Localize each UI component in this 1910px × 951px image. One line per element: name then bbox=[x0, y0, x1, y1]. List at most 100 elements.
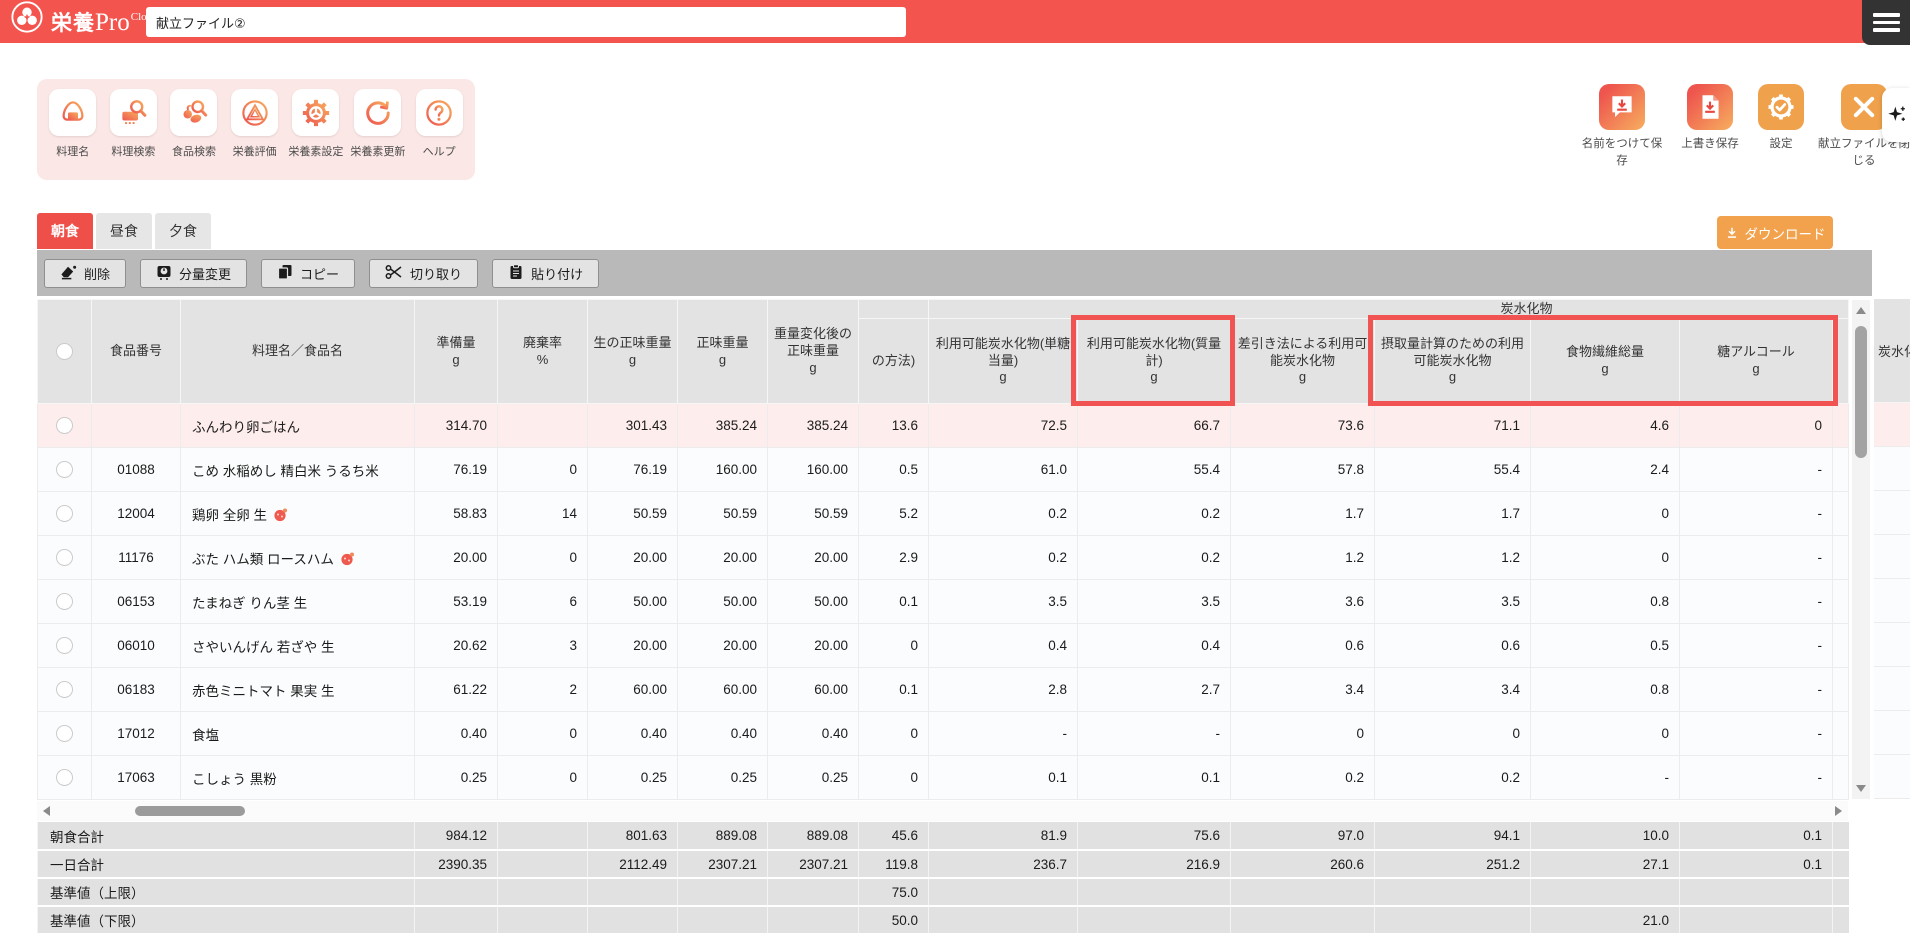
file-action-label: 上書き保存 bbox=[1681, 138, 1739, 150]
summary-value-cell bbox=[1230, 906, 1375, 935]
quick-tool-3[interactable]: 食品検索 bbox=[167, 89, 221, 170]
summary-value-cell bbox=[1679, 906, 1833, 935]
value-cell: 20.00 bbox=[587, 623, 678, 668]
summary-value-cell: 236.7 bbox=[928, 850, 1078, 879]
select-all-radio[interactable] bbox=[56, 343, 73, 360]
top-bar: 栄養ProCloud bbox=[0, 0, 1910, 43]
value-cell: 76.19 bbox=[414, 447, 498, 492]
summary-row: 基準値（上限） 75.0 bbox=[36, 878, 1849, 907]
value-cell: 301.43 bbox=[587, 403, 678, 448]
value-cell: 3.6 bbox=[1230, 579, 1375, 624]
file-action-3[interactable]: 設定 bbox=[1756, 84, 1806, 153]
quick-tool-7[interactable]: ヘルプ bbox=[412, 89, 466, 170]
scroll-up-arrow[interactable] bbox=[1856, 307, 1866, 314]
quick-tool-4[interactable]: 栄養評価 bbox=[228, 89, 282, 170]
value-cell: 0 bbox=[497, 535, 588, 580]
menu-file-name-input[interactable] bbox=[146, 7, 906, 37]
tab-昼食[interactable]: 昼食 bbox=[96, 213, 152, 249]
horizontal-scrollbar[interactable] bbox=[37, 801, 1848, 821]
action-label: 削除 bbox=[84, 266, 111, 282]
quick-toolbar: 料理名 料理検索 食品検索 栄養評価 栄養素設定 栄養素更新 ヘルプ bbox=[37, 79, 475, 180]
carb-group-label: 炭水化物 bbox=[1500, 300, 1553, 316]
row-select-radio[interactable] bbox=[56, 593, 73, 610]
value-cell: 55.4 bbox=[1077, 447, 1231, 492]
summary-value-cell bbox=[767, 906, 859, 935]
value-cell: 50.59 bbox=[587, 491, 678, 536]
table-row: 01088 こめ 水稲めし 精白米 うるち米 76.19 0 76.19 160.00 1… bbox=[37, 447, 1850, 492]
tab-朝食[interactable]: 朝食 bbox=[37, 213, 93, 249]
value-cell: 0.1 bbox=[858, 667, 929, 712]
row-select-radio[interactable] bbox=[56, 725, 73, 742]
tab-夕食[interactable]: 夕食 bbox=[155, 213, 211, 249]
value-cell: 2.7 bbox=[1077, 667, 1231, 712]
value-cell: 20.00 bbox=[767, 623, 859, 668]
value-cell: 20.00 bbox=[767, 535, 859, 580]
table-row: 17063 こしょう 黒粉 0.25 0 0.25 0.25 0.25 0 0.1 0.1 0.2… bbox=[37, 755, 1850, 800]
action-label: 切り取り bbox=[410, 266, 463, 282]
summary-value-cell: 75.0 bbox=[858, 878, 929, 907]
row-select-radio[interactable] bbox=[56, 505, 73, 522]
scroll-down-arrow[interactable] bbox=[1856, 785, 1866, 792]
group-header-carbohydrate: 炭水化物 bbox=[927, 299, 1850, 319]
sliver-cell bbox=[1831, 579, 1850, 624]
value-cell: 1.7 bbox=[1230, 491, 1375, 536]
quick-tool-5[interactable]: 栄養素設定 bbox=[288, 89, 343, 170]
summary-value-cell bbox=[497, 906, 588, 935]
row-select-radio[interactable] bbox=[56, 417, 73, 434]
row-select-radio[interactable] bbox=[56, 681, 73, 698]
table-row: 11176 ぶた ハム類 ロースハム 20.00 0 20.00 20.00 20.00… bbox=[37, 535, 1850, 580]
value-cell: 60.00 bbox=[677, 667, 768, 712]
action-scale[interactable]: 分量変更 bbox=[140, 258, 248, 288]
vertical-scrollbar[interactable] bbox=[1852, 300, 1870, 799]
quick-tool-1[interactable]: 料理名 bbox=[46, 89, 100, 170]
food-code-cell: 12004 bbox=[91, 491, 181, 536]
summary-section: 朝食合計 984.12 801.63 889.08 889.08 45.6 81.9 75.6… bbox=[36, 822, 1849, 935]
value-cell: 3.5 bbox=[1374, 579, 1531, 624]
quick-tool-2[interactable]: 料理検索 bbox=[107, 89, 161, 170]
value-cell: 0.25 bbox=[414, 755, 498, 800]
value-cell: 3.4 bbox=[1374, 667, 1531, 712]
summary-value-cell: 21.0 bbox=[1530, 906, 1680, 935]
row-select-radio[interactable] bbox=[56, 549, 73, 566]
value-cell: 50.00 bbox=[587, 579, 678, 624]
edit-action-bar: 削除 分量変更 コピー 切り取り 貼り付け bbox=[37, 250, 1872, 296]
value-cell: 0.8 bbox=[1530, 579, 1680, 624]
summary-value-cell bbox=[1077, 878, 1231, 907]
action-paste[interactable]: 貼り付け bbox=[492, 258, 600, 288]
copy-icon bbox=[277, 264, 293, 283]
action-scissors[interactable]: 切り取り bbox=[369, 258, 479, 288]
action-eraser[interactable]: 削除 bbox=[44, 258, 127, 288]
quick-tool-6[interactable]: 栄養素更新 bbox=[350, 89, 405, 170]
download-icon bbox=[1727, 227, 1736, 238]
file-action-1[interactable]: 名前をつけて保存 bbox=[1580, 84, 1664, 169]
clipped-row bbox=[1874, 623, 1910, 667]
row-select-radio[interactable] bbox=[56, 461, 73, 478]
value-cell: 3.5 bbox=[928, 579, 1078, 624]
action-copy[interactable]: コピー bbox=[261, 258, 356, 288]
summary-label: 基準値（下限） bbox=[36, 906, 415, 935]
summary-value-cell: 45.6 bbox=[858, 822, 929, 851]
row-select-radio[interactable] bbox=[56, 637, 73, 654]
download-button[interactable]: ダウンロード bbox=[1717, 216, 1833, 249]
sliver-cell bbox=[1832, 878, 1849, 907]
quick-tool-label: 食品検索 bbox=[171, 146, 216, 158]
gear-icon bbox=[292, 89, 340, 136]
food-name-cell: たまねぎ りん茎 生 bbox=[180, 579, 415, 624]
vertical-scroll-thumb[interactable] bbox=[1855, 326, 1867, 458]
value-cell: 57.8 bbox=[1230, 447, 1375, 492]
scroll-left-arrow[interactable] bbox=[43, 806, 50, 816]
summary-row: 朝食合計 984.12 801.63 889.08 889.08 45.6 81.9 75.6… bbox=[36, 822, 1849, 851]
horizontal-scroll-thumb[interactable] bbox=[135, 806, 245, 816]
hamburger-menu-button[interactable] bbox=[1862, 0, 1910, 45]
clipped-row bbox=[1874, 447, 1910, 491]
value-cell: 20.00 bbox=[414, 535, 498, 580]
file-action-2[interactable]: 上書き保存 bbox=[1674, 84, 1746, 153]
assistant-sparkle-button[interactable] bbox=[1882, 88, 1910, 142]
value-cell: 58.83 bbox=[414, 491, 498, 536]
scroll-right-arrow[interactable] bbox=[1835, 806, 1842, 816]
row-select-radio[interactable] bbox=[56, 769, 73, 786]
value-cell: 1.7 bbox=[1374, 491, 1531, 536]
summary-value-cell bbox=[497, 822, 588, 851]
row-select-cell bbox=[37, 491, 92, 536]
quick-tool-label: 栄養素設定 bbox=[288, 146, 344, 158]
